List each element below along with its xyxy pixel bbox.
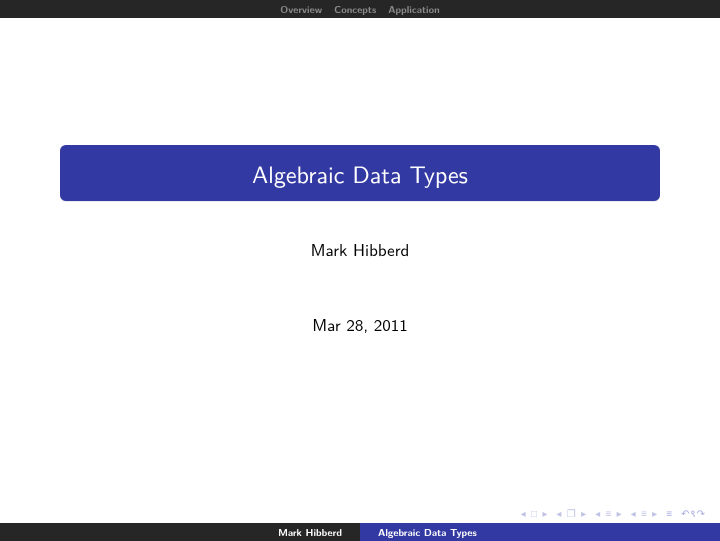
nav-overview[interactable]: Overview	[280, 2, 322, 16]
author-name: Mark Hibberd	[0, 237, 720, 262]
title-block: Algebraic Data Types	[60, 145, 660, 201]
nav-application[interactable]: Application	[388, 2, 440, 16]
presentation-date: Mar 28, 2011	[0, 312, 720, 337]
nav-doc-icon[interactable]: ≡	[666, 506, 673, 521]
presentation-title: Algebraic Data Types	[252, 156, 468, 191]
footer-title: Algebraic Data Types	[360, 523, 720, 541]
section-nav: Overview Concepts Application	[0, 0, 720, 18]
nav-subsection-icon[interactable]: ◂ ≡ ▸	[595, 506, 623, 521]
beamer-nav-symbols: ◂ □ ▸ ◂ ❐ ▸ ◂ ≡ ▸ ◂ ≡ ▸ ≡ ↶९↷	[521, 506, 706, 521]
nav-slide-icon[interactable]: ◂ □ ▸	[521, 506, 549, 521]
nav-backforward-icon[interactable]: ↶९↷	[681, 506, 706, 521]
footer-bar: Mark Hibberd Algebraic Data Types	[0, 523, 720, 541]
nav-frame-icon[interactable]: ◂ ❐ ▸	[556, 506, 587, 521]
footer-author: Mark Hibberd	[0, 523, 360, 541]
nav-section-icon[interactable]: ◂ ≡ ▸	[631, 506, 659, 521]
nav-concepts[interactable]: Concepts	[334, 2, 376, 16]
